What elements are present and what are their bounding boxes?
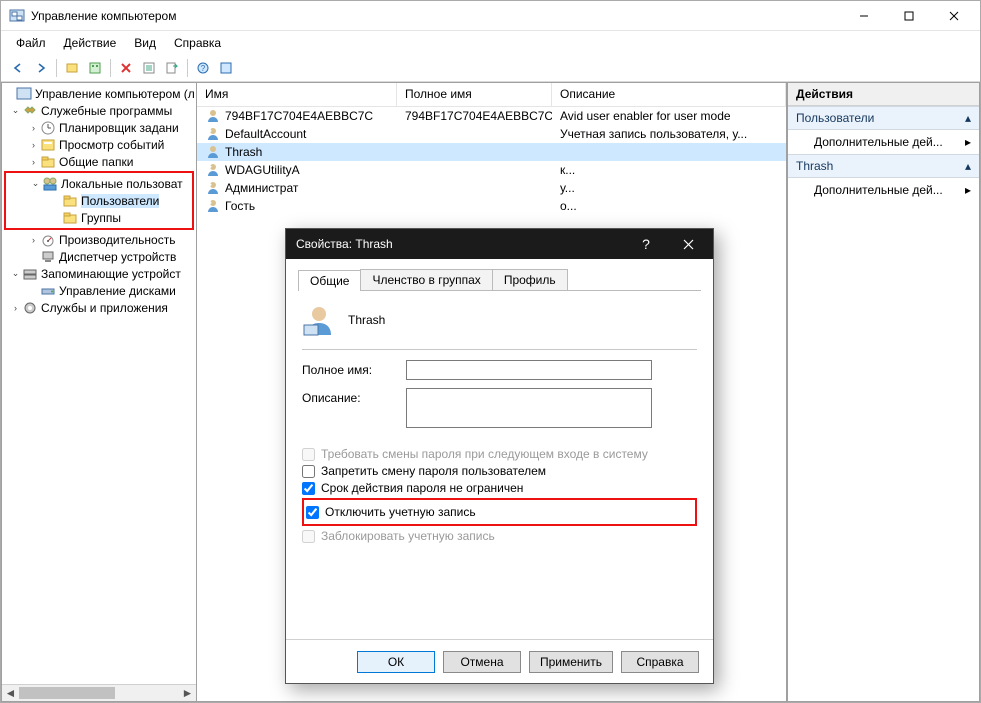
tree-scrollbar-horizontal[interactable]: ◄► xyxy=(2,684,196,701)
svg-text:?: ? xyxy=(201,64,206,73)
menu-action[interactable]: Действие xyxy=(55,33,126,53)
apply-button[interactable]: Применить xyxy=(529,651,613,673)
app-icon xyxy=(9,8,25,24)
minimize-button[interactable] xyxy=(841,4,886,28)
menu-help[interactable]: Справка xyxy=(165,33,230,53)
dialog-title: Свойства: Thrash xyxy=(296,237,625,251)
chevron-right-icon: ▸ xyxy=(965,183,971,197)
tree-users-folder[interactable]: Пользователи xyxy=(6,192,192,209)
list-row[interactable]: DefaultAccount Учетная запись пользовате… xyxy=(197,125,786,143)
cancel-button[interactable]: Отмена xyxy=(443,651,521,673)
description-input[interactable] xyxy=(406,388,652,428)
list-header: Имя Полное имя Описание xyxy=(197,83,786,107)
user-name: Thrash xyxy=(348,313,385,327)
fullname-input[interactable] xyxy=(406,360,652,380)
toolbar: ? xyxy=(1,55,980,82)
tree-services[interactable]: ›Службы и приложения xyxy=(4,299,196,316)
checkbox-disable-account[interactable]: Отключить учетную запись xyxy=(306,505,693,519)
menu-view[interactable]: Вид xyxy=(125,33,165,53)
checkbox-never-expires[interactable]: Срок действия пароля не ограничен xyxy=(302,481,697,495)
column-name[interactable]: Имя xyxy=(197,83,397,106)
actions-group-thrash[interactable]: Thrash▴ xyxy=(788,154,979,178)
tree-perf[interactable]: ›Производительность xyxy=(4,231,196,248)
collapse-icon: ▴ xyxy=(965,111,971,125)
tree-storage[interactable]: ⌄Запоминающие устройст xyxy=(4,265,196,282)
toolbar-extra-icon[interactable] xyxy=(215,57,237,79)
tree-scheduler[interactable]: ›Планировщик задани xyxy=(4,119,196,136)
list-row[interactable]: Гость о... xyxy=(197,197,786,215)
actions-header: Действия xyxy=(788,83,979,106)
highlight-disable-account: Отключить учетную запись xyxy=(302,498,697,526)
dialog-footer: ОК Отмена Применить Справка xyxy=(286,639,713,683)
tree-panel: Управление компьютером (л ⌄Служебные про… xyxy=(1,82,197,702)
tree-sharedfolders[interactable]: ›Общие папки xyxy=(4,153,196,170)
properties-dialog: Свойства: Thrash ? Общие Членство в груп… xyxy=(285,228,714,684)
user-avatar-icon xyxy=(302,303,336,337)
list-row[interactable]: WDAGUtilityA к... xyxy=(197,161,786,179)
actions-panel: Действия Пользователи▴ Дополнительные де… xyxy=(787,82,980,702)
toolbar-props-icon[interactable] xyxy=(138,57,160,79)
list-row[interactable]: 794BF17C704E4AEBBC7C 794BF17C704E4AEBBC7… xyxy=(197,107,786,125)
menu-file[interactable]: Файл xyxy=(7,33,55,53)
window-title: Управление компьютером xyxy=(31,9,841,23)
list-row[interactable]: Администрат у... xyxy=(197,179,786,197)
toolbar-help-icon[interactable]: ? xyxy=(192,57,214,79)
forward-button[interactable] xyxy=(30,57,52,79)
highlight-local-users: ⌄Локальные пользоват Пользователи Группы xyxy=(4,171,194,230)
toolbar-export-icon[interactable] xyxy=(161,57,183,79)
titlebar: Управление компьютером xyxy=(1,1,980,31)
close-button[interactable] xyxy=(931,4,976,28)
menubar: Файл Действие Вид Справка xyxy=(1,31,980,55)
tab-profile[interactable]: Профиль xyxy=(492,269,568,290)
checkbox-cannot-change[interactable]: Запретить смену пароля пользователем xyxy=(302,464,697,478)
dialog-tabs: Общие Членство в группах Профиль xyxy=(298,269,701,291)
list-row-selected[interactable]: Thrash xyxy=(197,143,786,161)
tab-general[interactable]: Общие xyxy=(298,270,361,291)
description-label: Описание: xyxy=(302,388,406,405)
tree-service-programs[interactable]: ⌄Служебные программы xyxy=(4,102,196,119)
maximize-button[interactable] xyxy=(886,4,931,28)
toolbar-delete-icon[interactable] xyxy=(115,57,137,79)
tree-diskmgmt[interactable]: Управление дисками xyxy=(4,282,196,299)
tab-memberof[interactable]: Членство в группах xyxy=(360,269,492,290)
tree-localusers[interactable]: ⌄Локальные пользоват xyxy=(6,175,192,192)
actions-group-users[interactable]: Пользователи▴ xyxy=(788,106,979,130)
action-more-thrash[interactable]: Дополнительные дей...▸ xyxy=(788,178,979,202)
chevron-right-icon: ▸ xyxy=(965,135,971,149)
toolbar-new-icon[interactable] xyxy=(61,57,83,79)
fullname-label: Полное имя: xyxy=(302,360,406,377)
column-desc[interactable]: Описание xyxy=(552,83,786,106)
tree-groups-folder[interactable]: Группы xyxy=(6,209,192,226)
column-fullname[interactable]: Полное имя xyxy=(397,83,552,106)
tree-devmgr[interactable]: Диспетчер устройств xyxy=(4,248,196,265)
help-button[interactable]: Справка xyxy=(621,651,699,673)
ok-button[interactable]: ОК xyxy=(357,651,435,673)
collapse-icon: ▴ xyxy=(965,159,971,173)
tree-root[interactable]: Управление компьютером (л xyxy=(4,85,196,102)
dialog-titlebar: Свойства: Thrash ? xyxy=(286,229,713,259)
tree-eventviewer[interactable]: ›Просмотр событий xyxy=(4,136,196,153)
checkbox-require-change: Требовать смены пароля при следующем вхо… xyxy=(302,447,697,461)
dialog-close-button[interactable] xyxy=(667,230,709,258)
toolbar-refresh-icon[interactable] xyxy=(84,57,106,79)
action-more-users[interactable]: Дополнительные дей...▸ xyxy=(788,130,979,154)
back-button[interactable] xyxy=(7,57,29,79)
checkbox-lock-account: Заблокировать учетную запись xyxy=(302,529,697,543)
dialog-help-button[interactable]: ? xyxy=(625,230,667,258)
